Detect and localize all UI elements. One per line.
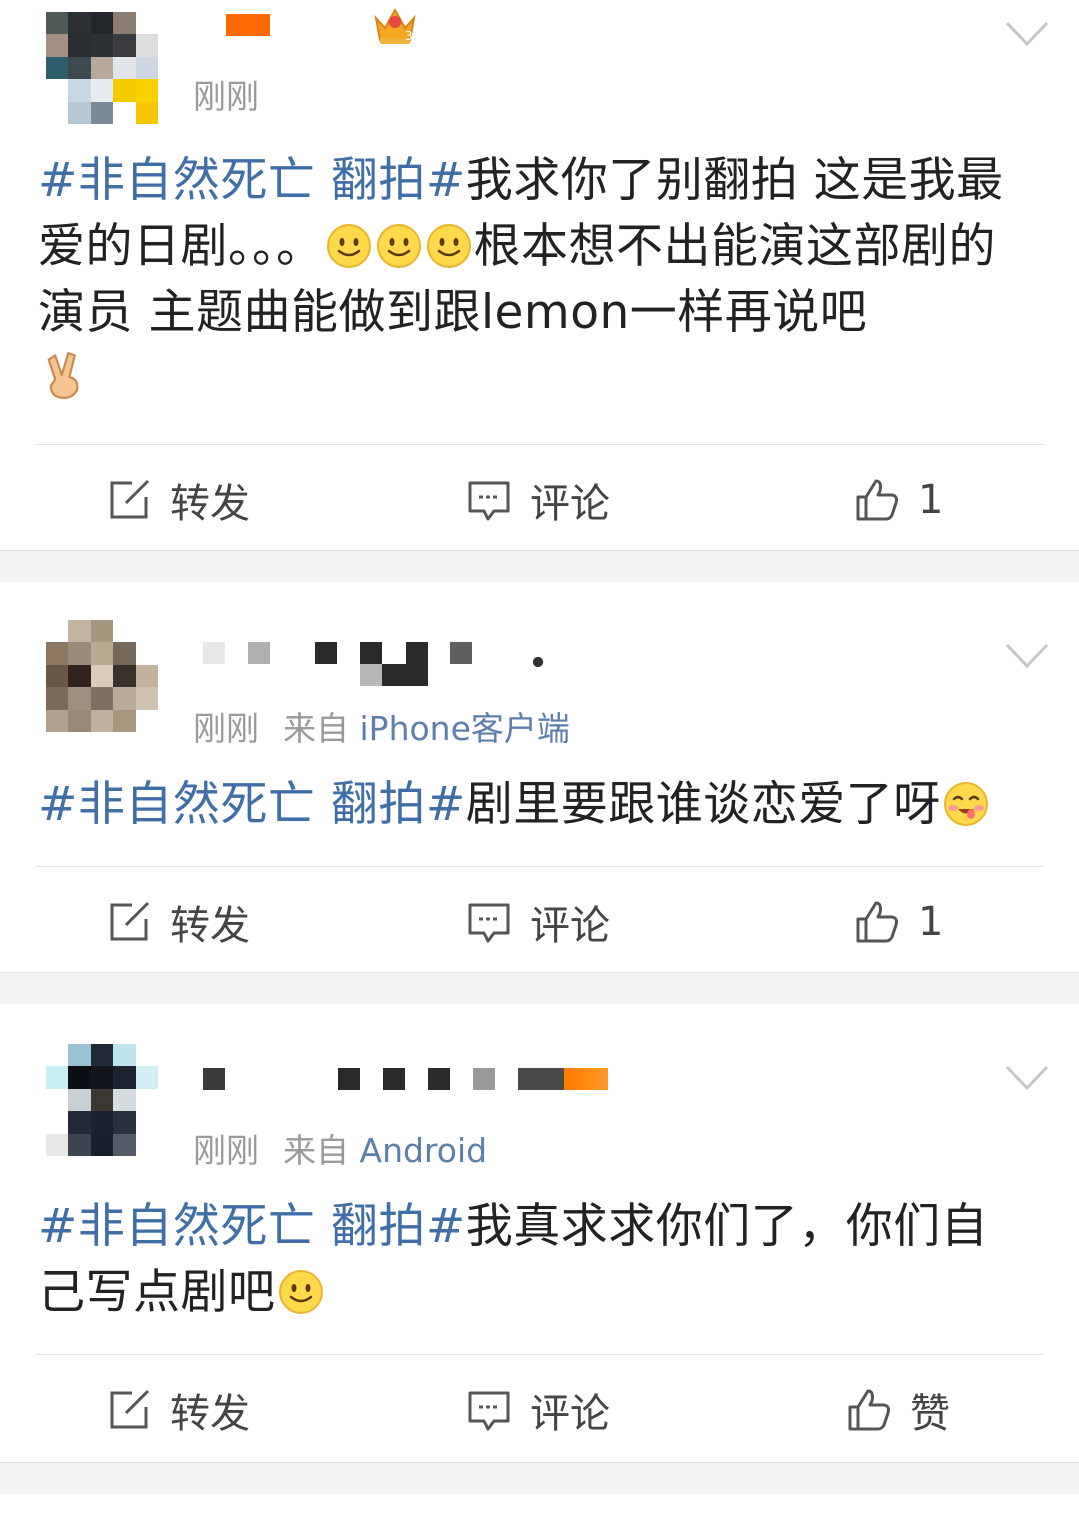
post-content: #非自然死亡 翻拍#我真求求你们了，你们自己写点剧吧 bbox=[38, 1194, 1029, 1326]
username-redacted bbox=[382, 664, 428, 686]
username-redacted bbox=[315, 642, 337, 664]
repost-button[interactable]: 转发 bbox=[106, 1358, 250, 1462]
smile-emoji bbox=[426, 224, 471, 268]
crown-vip-icon: 3 bbox=[374, 7, 416, 44]
comment-button[interactable]: 评论 bbox=[466, 448, 610, 552]
hashtag-link[interactable]: #非自然死亡 翻拍# bbox=[38, 1199, 466, 1254]
username-redacted bbox=[428, 1068, 450, 1090]
repost-icon bbox=[110, 479, 150, 519]
divider bbox=[36, 1354, 1043, 1355]
post-text-part: 剧里要跟谁谈恋爱了呀 bbox=[465, 777, 941, 832]
username-redacted bbox=[360, 664, 382, 686]
username-redacted bbox=[248, 642, 270, 664]
chevron-down-icon[interactable] bbox=[1005, 1064, 1049, 1092]
post-meta: 刚刚 bbox=[193, 70, 259, 118]
post-actions: 转发 评论 1 bbox=[0, 448, 1079, 552]
source-link[interactable]: Android bbox=[360, 1131, 488, 1170]
smile-emoji bbox=[326, 224, 371, 268]
source-prefix: 来自 bbox=[283, 709, 349, 748]
svg-text:3: 3 bbox=[405, 29, 413, 43]
repost-label: 转发 bbox=[170, 903, 250, 949]
like-count: 1 bbox=[918, 477, 944, 523]
username-redacted bbox=[518, 1068, 564, 1090]
hashtag-link[interactable]: #非自然死亡 翻拍# bbox=[38, 153, 466, 208]
username-redacted bbox=[360, 642, 382, 664]
post-card: 3 刚刚 #非自然死亡 翻拍#我求你了别翻拍 这是我最爱的日剧。。。 根本想不出能… bbox=[0, 0, 1079, 550]
comment-icon bbox=[468, 1391, 510, 1431]
username-redacted bbox=[383, 1068, 405, 1090]
like-button[interactable]: 1 bbox=[854, 870, 943, 974]
like-button[interactable]: 1 bbox=[854, 448, 943, 552]
post-time: 刚刚 bbox=[193, 77, 259, 116]
chevron-down-icon[interactable] bbox=[1005, 642, 1049, 670]
thumbs-up-icon bbox=[848, 1389, 890, 1431]
comment-icon bbox=[468, 481, 510, 521]
username-redacted bbox=[520, 642, 550, 682]
comment-button[interactable]: 评论 bbox=[466, 1358, 610, 1462]
divider bbox=[36, 866, 1043, 867]
smile-emoji bbox=[278, 1270, 323, 1314]
post-content: #非自然死亡 翻拍#我求你了别翻拍 这是我最爱的日剧。。。 根本想不出能演这部剧的… bbox=[38, 148, 1043, 412]
thumbs-up-icon bbox=[856, 479, 898, 521]
repost-button[interactable]: 转发 bbox=[106, 870, 250, 974]
hashtag-link[interactable]: #非自然死亡 翻拍# bbox=[38, 777, 466, 832]
username-redacted bbox=[406, 642, 428, 664]
yummy-emoji bbox=[943, 782, 988, 826]
username-redacted bbox=[338, 1068, 360, 1090]
repost-label: 转发 bbox=[170, 1391, 250, 1437]
post-card: 刚刚 来自 Android #非自然死亡 翻拍#我真求求你们了，你们自己写点剧吧 … bbox=[0, 1004, 1079, 1462]
post-time: 刚刚 bbox=[193, 1131, 259, 1170]
repost-icon bbox=[110, 901, 150, 941]
username-redacted bbox=[450, 642, 472, 664]
repost-icon bbox=[110, 1389, 150, 1429]
avatar[interactable] bbox=[46, 620, 158, 732]
post-actions: 转发 评论 1 bbox=[0, 870, 1079, 974]
like-button[interactable]: 赞 bbox=[846, 1358, 950, 1462]
post-time: 刚刚 bbox=[193, 709, 259, 748]
like-label: 赞 bbox=[910, 1391, 950, 1437]
comment-icon bbox=[468, 903, 510, 943]
post-card: 刚刚 来自 iPhone客户端 #非自然死亡 翻拍#剧里要跟谁谈恋爱了呀 转发 评… bbox=[0, 582, 1079, 972]
feed-separator bbox=[0, 1462, 1079, 1494]
post-actions: 转发 评论 赞 bbox=[0, 1358, 1079, 1462]
comment-button[interactable]: 评论 bbox=[466, 870, 610, 974]
avatar[interactable] bbox=[46, 12, 158, 124]
thumbs-up-icon bbox=[856, 901, 898, 943]
repost-label: 转发 bbox=[170, 481, 250, 527]
repost-button[interactable]: 转发 bbox=[106, 448, 250, 552]
chevron-down-icon[interactable] bbox=[1005, 20, 1049, 48]
avatar[interactable] bbox=[46, 1044, 158, 1156]
victory-hand-emoji bbox=[47, 352, 79, 399]
username-redacted[interactable] bbox=[203, 1068, 225, 1090]
source-prefix: 来自 bbox=[283, 1131, 349, 1170]
smile-emoji bbox=[376, 224, 421, 268]
feed-separator bbox=[0, 972, 1079, 1004]
like-count: 1 bbox=[918, 899, 944, 945]
divider bbox=[36, 444, 1043, 445]
vip-badge bbox=[564, 1068, 608, 1090]
username-redacted[interactable] bbox=[226, 14, 270, 36]
username-redacted bbox=[473, 1068, 495, 1090]
username-redacted[interactable] bbox=[203, 642, 225, 664]
feed-separator bbox=[0, 550, 1079, 582]
source-link[interactable]: iPhone客户端 bbox=[360, 709, 570, 748]
post-meta: 刚刚 来自 Android bbox=[193, 1124, 487, 1172]
post-content: #非自然死亡 翻拍#剧里要跟谁谈恋爱了呀 bbox=[38, 772, 1043, 838]
comment-label: 评论 bbox=[530, 903, 610, 949]
post-meta: 刚刚 来自 iPhone客户端 bbox=[193, 702, 570, 750]
comment-label: 评论 bbox=[530, 481, 610, 527]
comment-label: 评论 bbox=[530, 1391, 610, 1437]
